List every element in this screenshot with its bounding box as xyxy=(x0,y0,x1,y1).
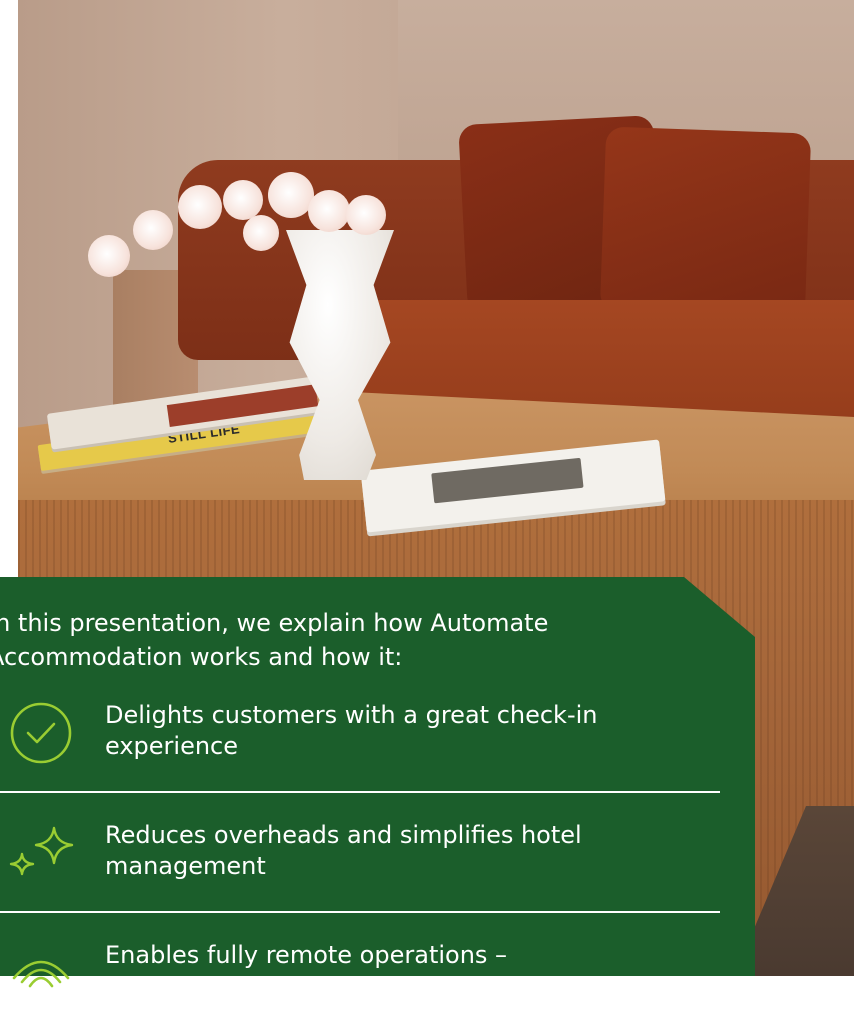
divider xyxy=(0,791,720,793)
intro-text: In this presentation, we explain how Aut… xyxy=(0,609,549,671)
orchid-flower xyxy=(223,180,263,220)
feature-text: Enables fully remote operations – xyxy=(105,941,508,969)
feature-item: Reduces overheads and simplifies hotel m… xyxy=(0,820,755,900)
feature-item: Enables fully remote operations – xyxy=(0,940,755,988)
orchid-flower xyxy=(88,235,130,277)
pillow xyxy=(599,126,812,319)
orchid-flower xyxy=(133,210,173,250)
orchid-flower xyxy=(308,190,350,232)
feature-text: Delights customers with a great check-in… xyxy=(105,701,598,760)
orchid-flower xyxy=(243,215,279,251)
sparkle-icon xyxy=(9,826,74,876)
check-circle-icon xyxy=(10,702,72,764)
feature-item: Delights customers with a great check-in… xyxy=(0,700,755,780)
signal-waves-icon xyxy=(12,960,70,988)
orchid-flower xyxy=(178,185,222,229)
divider xyxy=(0,911,720,913)
orchid-flower xyxy=(346,195,386,235)
feature-text: Reduces overheads and simplifies hotel m… xyxy=(105,821,582,880)
